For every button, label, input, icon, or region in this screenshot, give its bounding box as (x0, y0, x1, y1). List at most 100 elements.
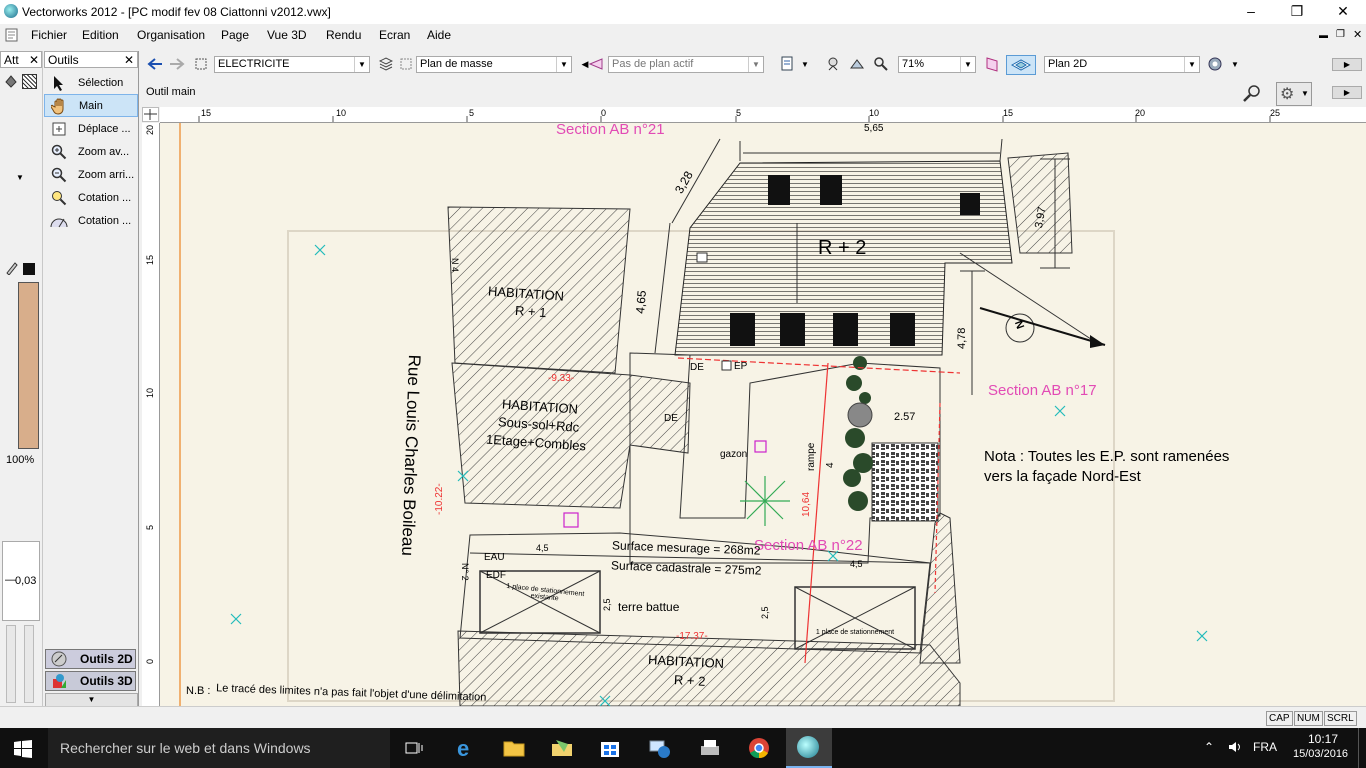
view-select-value: Plan 2D (1048, 58, 1088, 70)
store-icon[interactable] (598, 736, 622, 760)
language-indicator[interactable]: FRA (1253, 740, 1277, 754)
2d-tools-icon (50, 650, 68, 668)
file-explorer-icon[interactable] (502, 736, 526, 760)
doc-minimize-icon[interactable]: ▬ (1319, 30, 1328, 40)
doc-close-icon[interactable]: ✕ (1353, 28, 1362, 41)
windows-start-icon[interactable] (14, 740, 32, 758)
tool-dimension[interactable]: Cotation ... (44, 186, 138, 209)
vertical-ruler[interactable]: 20 15 10 5 0 (142, 123, 160, 706)
speaker-icon[interactable] (1228, 741, 1242, 753)
back-arrow-icon[interactable] (146, 55, 164, 73)
vectorworks-taskbar-button[interactable] (786, 728, 832, 768)
standard-view-icon[interactable] (983, 55, 1001, 73)
svg-text:e: e (457, 736, 469, 760)
tool-hand[interactable]: Main (44, 94, 138, 117)
menu-page[interactable]: Page (221, 28, 249, 42)
line-weight-box[interactable]: — 0,03 (2, 541, 40, 621)
projection-toggle-icon[interactable] (1006, 55, 1036, 75)
fill-bucket-icon[interactable] (4, 74, 18, 88)
menu-ecran[interactable]: Ecran (379, 28, 410, 42)
clock-time[interactable]: 10:17 (1308, 732, 1338, 746)
pen-color-swatch[interactable] (23, 263, 35, 275)
chevron-down-icon[interactable]: ▼ (796, 55, 814, 73)
task-view-icon[interactable] (405, 740, 425, 756)
chevron-down-icon: ▼ (1301, 89, 1309, 98)
building-label: R + 1 (514, 302, 547, 321)
tool-move-view[interactable]: Déplace ... (44, 117, 138, 140)
chevron-up-icon[interactable]: ⌃ (1204, 740, 1214, 754)
ruler-ticks (198, 116, 1271, 122)
fill-pattern-swatch[interactable] (22, 74, 37, 89)
fill-color-bar[interactable] (18, 282, 39, 449)
doc-restore-icon[interactable]: ❐ (1336, 29, 1345, 40)
maximize-button[interactable]: ❐ (1274, 0, 1320, 24)
printer-icon[interactable] (698, 736, 722, 760)
tool-preferences-button[interactable]: ⚙ ▼ (1276, 82, 1312, 106)
view-select[interactable]: Plan 2D ▼ (1044, 56, 1200, 73)
chevron-down-icon: ▼ (748, 57, 763, 72)
close-button[interactable]: ✕ (1320, 0, 1366, 24)
folder-map-icon[interactable] (550, 736, 574, 760)
walkthrough-icon[interactable] (824, 55, 842, 73)
magnifier-icon[interactable] (1242, 83, 1262, 103)
toolbar-scroll-right-icon[interactable]: ▶ (1332, 58, 1362, 71)
expand-triangle-icon[interactable]: ▼ (16, 173, 24, 182)
menu-edition[interactable]: Edition (82, 28, 119, 42)
attributes-close-icon[interactable]: ✕ (29, 52, 41, 67)
chevron-down-icon[interactable]: ▼ (1226, 55, 1244, 73)
gear-icon: ⚙ (1280, 86, 1295, 103)
tool-set-3d-button[interactable]: Outils 3D (45, 671, 136, 691)
section-plane-select[interactable]: Pas de plan actif ▼ (608, 56, 764, 73)
drawing-canvas[interactable]: Section AB n°21 Section AB n°17 Section … (160, 123, 1366, 706)
layer-options-icon[interactable] (397, 55, 415, 73)
layer-select[interactable]: Plan de masse ▼ (416, 56, 572, 73)
minimize-button[interactable]: – (1228, 0, 1274, 24)
network-label: EAU (484, 552, 505, 563)
window-title: Vectorworks 2012 - [PC modif fev 08 Ciat… (22, 5, 331, 19)
tools-close-icon[interactable]: ✕ (124, 52, 137, 67)
altitude-value: -9.33- (548, 373, 575, 384)
tool-selection[interactable]: Sélection (44, 71, 138, 94)
tool-angular-dimension[interactable]: Cotation ... (44, 209, 138, 232)
clock-date[interactable]: 15/03/2016 (1293, 748, 1348, 760)
tool-label: Cotation ... (78, 191, 132, 204)
search-box[interactable]: Rechercher sur le web et dans Windows (48, 728, 390, 768)
modebar-scroll-right-icon[interactable]: ▶ (1332, 86, 1362, 99)
dimension-value: 2.57 (894, 411, 916, 423)
tool-zoom-out[interactable]: Zoom arri... (44, 163, 138, 186)
document-icon[interactable] (4, 28, 20, 42)
arrowhead-end-slider[interactable] (24, 625, 34, 703)
line-weight-value: 0,03 (15, 575, 37, 587)
zoom-select[interactable]: 71% ▼ (898, 56, 976, 73)
menu-aide[interactable]: Aide (427, 28, 451, 42)
forward-arrow-icon[interactable] (168, 55, 186, 73)
section-plane-icon[interactable] (587, 55, 605, 73)
attributes-palette: Att ✕ 100% ▼ — 0,03 (0, 51, 43, 706)
gazon-label: gazon (720, 449, 748, 460)
pen-icon[interactable] (5, 261, 19, 276)
ruler-origin-icon[interactable] (142, 107, 159, 122)
page-setup-icon[interactable] (778, 55, 796, 73)
show-desktop-button[interactable] (1358, 728, 1366, 768)
tool-zoom-in[interactable]: Zoom av... (44, 140, 138, 163)
tools-palette-header[interactable]: Outils ✕ (44, 51, 138, 68)
class-select[interactable]: ELECTRICITE ▼ (214, 56, 370, 73)
plot-number: N 4 (450, 258, 460, 273)
class-icon[interactable] (192, 55, 210, 73)
flyover-icon[interactable] (848, 55, 866, 73)
menu-rendu[interactable]: Rendu (326, 28, 361, 42)
render-mode-icon[interactable] (1206, 55, 1224, 73)
horizontal-ruler[interactable]: 15 10 5 0 5 10 15 20 25 (160, 107, 1366, 123)
zoom-icon[interactable] (872, 55, 890, 73)
layers-icon[interactable] (377, 55, 395, 73)
menu-organisation[interactable]: Organisation (137, 28, 205, 42)
network-tool-icon[interactable] (648, 736, 672, 760)
tool-set-2d-button[interactable]: Outils 2D (45, 649, 136, 669)
attributes-palette-header[interactable]: Att ✕ (0, 51, 42, 68)
menu-vue3d[interactable]: Vue 3D (267, 28, 307, 42)
chrome-icon[interactable] (747, 736, 771, 760)
arrowhead-start-slider[interactable] (6, 625, 16, 703)
more-sets-down-icon[interactable]: ▼ (45, 693, 138, 707)
menu-fichier[interactable]: Fichier (31, 28, 67, 42)
edge-browser-icon[interactable]: e (454, 736, 478, 761)
